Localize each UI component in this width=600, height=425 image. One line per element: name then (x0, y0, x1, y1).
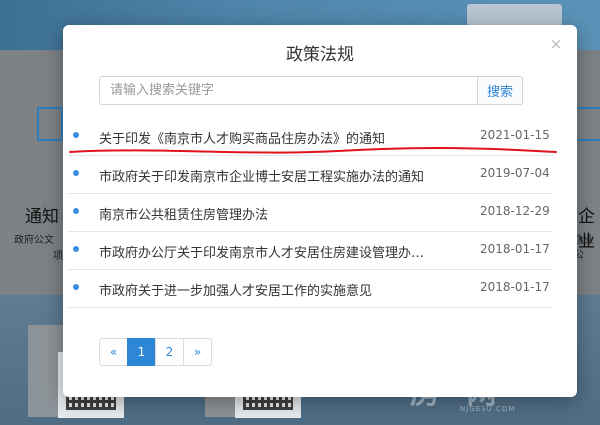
dialog-title: 政策法规 (286, 45, 354, 65)
list-item[interactable]: 市政府关于进一步加强人才安居工作的实施意见 2018-01-17 (68, 270, 553, 308)
policy-date: 2019-07-04 (480, 166, 550, 180)
policy-date: 2018-01-17 (480, 280, 550, 294)
pagination: « 1 2 » (99, 338, 212, 366)
prev-page-button[interactable]: « (99, 338, 128, 366)
bullet-icon (73, 132, 79, 138)
search-bar: 搜索 (99, 76, 523, 105)
policy-date: 2018-12-29 (480, 204, 550, 218)
policy-title-link[interactable]: 市政府关于印发南京市企业博士安居工程实施办法的通知 (99, 166, 429, 185)
policy-title-link[interactable]: 市政府关于进一步加强人才安居工作的实施意见 (99, 280, 429, 299)
background-banner-button (467, 4, 562, 26)
close-icon[interactable]: × (549, 37, 563, 52)
background-card-title-left: 通知 (25, 207, 59, 227)
bullet-icon (73, 246, 79, 252)
next-page-button[interactable]: » (183, 338, 212, 366)
red-underline-annotation (69, 147, 557, 154)
background-card-text-right: 企业公 (574, 235, 594, 261)
page-button-1[interactable]: 1 (127, 338, 156, 366)
document-icon (37, 107, 63, 141)
search-input[interactable] (99, 76, 478, 105)
page-button-2[interactable]: 2 (155, 338, 184, 366)
list-item[interactable]: 南京市公共租赁住房管理办法 2018-12-29 (68, 194, 553, 232)
policy-title-link[interactable]: 市政府办公厅关于印发南京市人才安居住房建设管理办法的通知 (99, 242, 429, 261)
bullet-icon (73, 284, 79, 290)
background-card-text-left-2: 项 (53, 251, 63, 262)
bullet-icon (73, 170, 79, 176)
bullet-icon (73, 208, 79, 214)
search-button[interactable]: 搜索 (477, 76, 523, 105)
list-item[interactable]: 市政府办公厅关于印发南京市人才安居住房建设管理办法的通知 2018-01-17 (68, 232, 553, 270)
policy-date: 2018-01-17 (480, 242, 550, 256)
list-item[interactable]: 市政府关于印发南京市企业博士安居工程实施办法的通知 2019-07-04 (68, 156, 553, 194)
policy-title-link[interactable]: 关于印发《南京市人才购买商品住房办法》的通知 (99, 128, 429, 147)
background-card-text-left: 政府公文 (14, 235, 54, 246)
policy-date: 2021-01-15 (480, 128, 550, 142)
policy-title-link[interactable]: 南京市公共租赁住房管理办法 (99, 204, 429, 223)
watermark-subtext: NJGESU.COM (460, 405, 516, 413)
policy-dialog: 政策法规 × 搜索 关于印发《南京市人才购买商品住房办法》的通知 2021-01… (63, 25, 577, 397)
